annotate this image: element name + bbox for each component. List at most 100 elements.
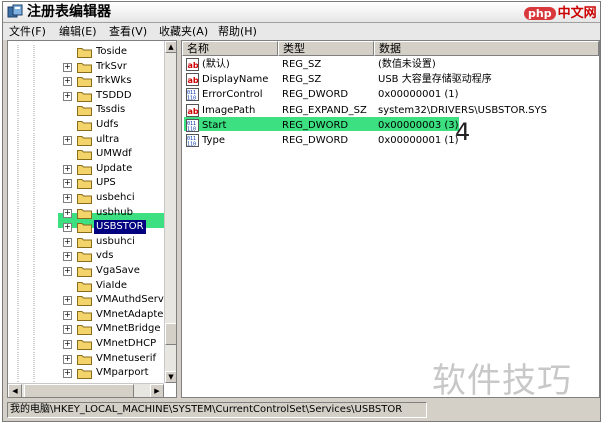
scroll-right-button[interactable]: ▶: [150, 384, 164, 397]
expand-toggle-icon[interactable]: +: [63, 135, 72, 145]
expand-toggle-icon[interactable]: +: [63, 267, 72, 276]
tree-item-label: USBSTOR: [94, 220, 146, 235]
dword-value-icon: 011110: [186, 134, 199, 147]
expand-toggle-icon[interactable]: +: [63, 194, 72, 203]
tree-item[interactable]: + vds: [8, 249, 164, 264]
tree-item-label: VgaSave: [96, 265, 140, 276]
tree-item-label: ViaIde: [96, 279, 127, 291]
expand-toggle-icon[interactable]: +: [63, 62, 72, 72]
tree-item-label: VMnetBridge: [96, 323, 161, 335]
scroll-up-button[interactable]: ▲: [165, 41, 176, 53]
tree-connector-lines: [17, 249, 35, 264]
expand-toggle-icon[interactable]: +: [63, 77, 72, 87]
folder-icon: [77, 296, 92, 307]
folder-icon: [77, 121, 92, 131]
tree-item-label: UPS: [96, 177, 116, 189]
tree-item[interactable]: + usbuhci: [8, 234, 164, 250]
expand-toggle-icon[interactable]: +: [63, 252, 72, 262]
tree-connector-lines: [17, 45, 35, 59]
expand-toggle-icon[interactable]: +: [63, 164, 72, 174]
tree-connector-lines: [17, 278, 35, 293]
tree-item[interactable]: + VgaSave: [8, 264, 164, 279]
tree-item[interactable]: + USBSTOR: [8, 220, 164, 235]
expand-toggle-icon[interactable]: +: [63, 91, 72, 101]
expand-toggle-icon[interactable]: +: [63, 237, 72, 247]
folder-icon: [77, 369, 92, 380]
tree-item[interactable]: + usbehci: [8, 191, 164, 206]
value-row[interactable]: 011 110 Type REG_DWORD 0x00000001 (1): [182, 133, 599, 148]
folder-icon: [77, 164, 92, 175]
scroll-thumb[interactable]: [165, 323, 176, 345]
menu-file[interactable]: 文件(F): [9, 23, 46, 40]
value-data: (数值未设置): [378, 59, 436, 70]
tree-item[interactable]: + TrkWks: [8, 74, 164, 89]
tree-connector-lines: [17, 176, 35, 191]
value-row[interactable]: ab ImagePath REG_EXPAND_SZ system32\DRIVERS…: [182, 103, 599, 118]
scroll-left-button[interactable]: ◀: [8, 384, 22, 397]
tree-item[interactable]: + TrkSvr: [8, 59, 164, 75]
tree-item[interactable]: + VMnetuserif: [8, 351, 164, 367]
tree-item[interactable]: + VMAuthdService: [8, 293, 176, 308]
menu-help[interactable]: 帮助(H): [218, 23, 257, 40]
expand-toggle-icon[interactable]: +: [63, 223, 72, 233]
tree-item[interactable]: + VMnetAdapter: [8, 307, 168, 323]
expand-toggle-icon[interactable]: +: [63, 208, 72, 218]
value-row[interactable]: 011 110 Start REG_DWORD 0x00000003 (3): [182, 118, 599, 133]
expand-toggle-icon[interactable]: +: [63, 179, 72, 189]
tree-item-label: Tssdis: [96, 104, 126, 116]
tree-item[interactable]: Toside: [8, 45, 164, 60]
expand-toggle-icon[interactable]: +: [63, 369, 72, 379]
expand-toggle-icon[interactable]: +: [63, 340, 72, 349]
string-value-icon: ab: [186, 73, 199, 87]
value-type: REG_DWORD: [282, 135, 349, 146]
svg-text:ab: ab: [188, 107, 199, 116]
tree-item[interactable]: Udfs: [8, 118, 164, 133]
tree-item[interactable]: + UPS: [8, 176, 164, 191]
column-header-name[interactable]: 名称: [182, 41, 278, 56]
value-data: 0x00000001 (1): [378, 135, 459, 146]
tree-item-label: VMnetDHCP: [96, 338, 157, 349]
value-row[interactable]: ab (默认) REG_SZ (数值未设置): [182, 57, 599, 72]
tree-item[interactable]: + Update: [8, 161, 164, 177]
tree-item[interactable]: + VMnetDHCP: [8, 337, 164, 352]
hscroll-thumb[interactable]: [24, 384, 134, 397]
tree-item[interactable]: + TSDDD: [8, 88, 164, 104]
tree-item[interactable]: UMWdf: [8, 147, 164, 162]
watermark-logo: php 中文网: [524, 2, 597, 21]
value-name: (默认): [202, 59, 230, 70]
value-type: REG_SZ: [282, 74, 322, 86]
tree-item[interactable]: ViaIde: [8, 278, 164, 294]
tree-item-label: vds: [96, 250, 114, 262]
expand-toggle-icon[interactable]: +: [63, 325, 72, 335]
tree-item-label: UMWdf: [96, 148, 132, 160]
tree-item[interactable]: + ultra: [8, 132, 164, 148]
tree-item[interactable]: + VMparport: [8, 366, 164, 381]
tree-item[interactable]: + VMnetBridge: [8, 322, 164, 337]
tree-connector-lines: [17, 118, 35, 132]
expand-toggle-icon[interactable]: +: [63, 310, 72, 320]
folder-icon: [77, 354, 92, 365]
value-row[interactable]: 011 110 ErrorControl REG_DWORD 0x00000001 (1…: [182, 87, 599, 102]
column-header-type[interactable]: 类型: [278, 41, 374, 56]
value-type: REG_SZ: [282, 59, 322, 70]
expand-toggle-icon[interactable]: +: [63, 296, 72, 306]
menu-favorites[interactable]: 收藏夹(A): [159, 23, 208, 40]
expand-toggle-icon[interactable]: +: [63, 354, 72, 364]
folder-icon: [77, 150, 92, 161]
folder-icon: [77, 325, 92, 336]
column-header-data[interactable]: 数据: [374, 41, 599, 56]
menu-edit[interactable]: 编辑(E): [59, 23, 97, 40]
tree-item-label: TrkWks: [96, 75, 132, 87]
value-data: USB 大容量存储驱动程序: [378, 74, 492, 86]
tree-item-label: Toside: [96, 46, 128, 57]
menu-view[interactable]: 查看(V): [109, 23, 147, 40]
tree-connector-lines: [17, 161, 35, 176]
tree-horizontal-scrollbar[interactable]: ◀ ▶: [8, 383, 164, 397]
tree-item[interactable]: + usbhub: [8, 205, 164, 221]
tree-vertical-scrollbar[interactable]: ▲ ▼: [164, 41, 176, 383]
tree-item-label: VMnetuserif: [96, 352, 156, 364]
scroll-down-button[interactable]: ▼: [165, 371, 176, 383]
value-row[interactable]: ab DisplayName REG_SZ USB 大容量存储驱动程序: [182, 72, 599, 87]
folder-icon: [77, 179, 92, 190]
tree-item[interactable]: Tssdis: [8, 103, 164, 118]
